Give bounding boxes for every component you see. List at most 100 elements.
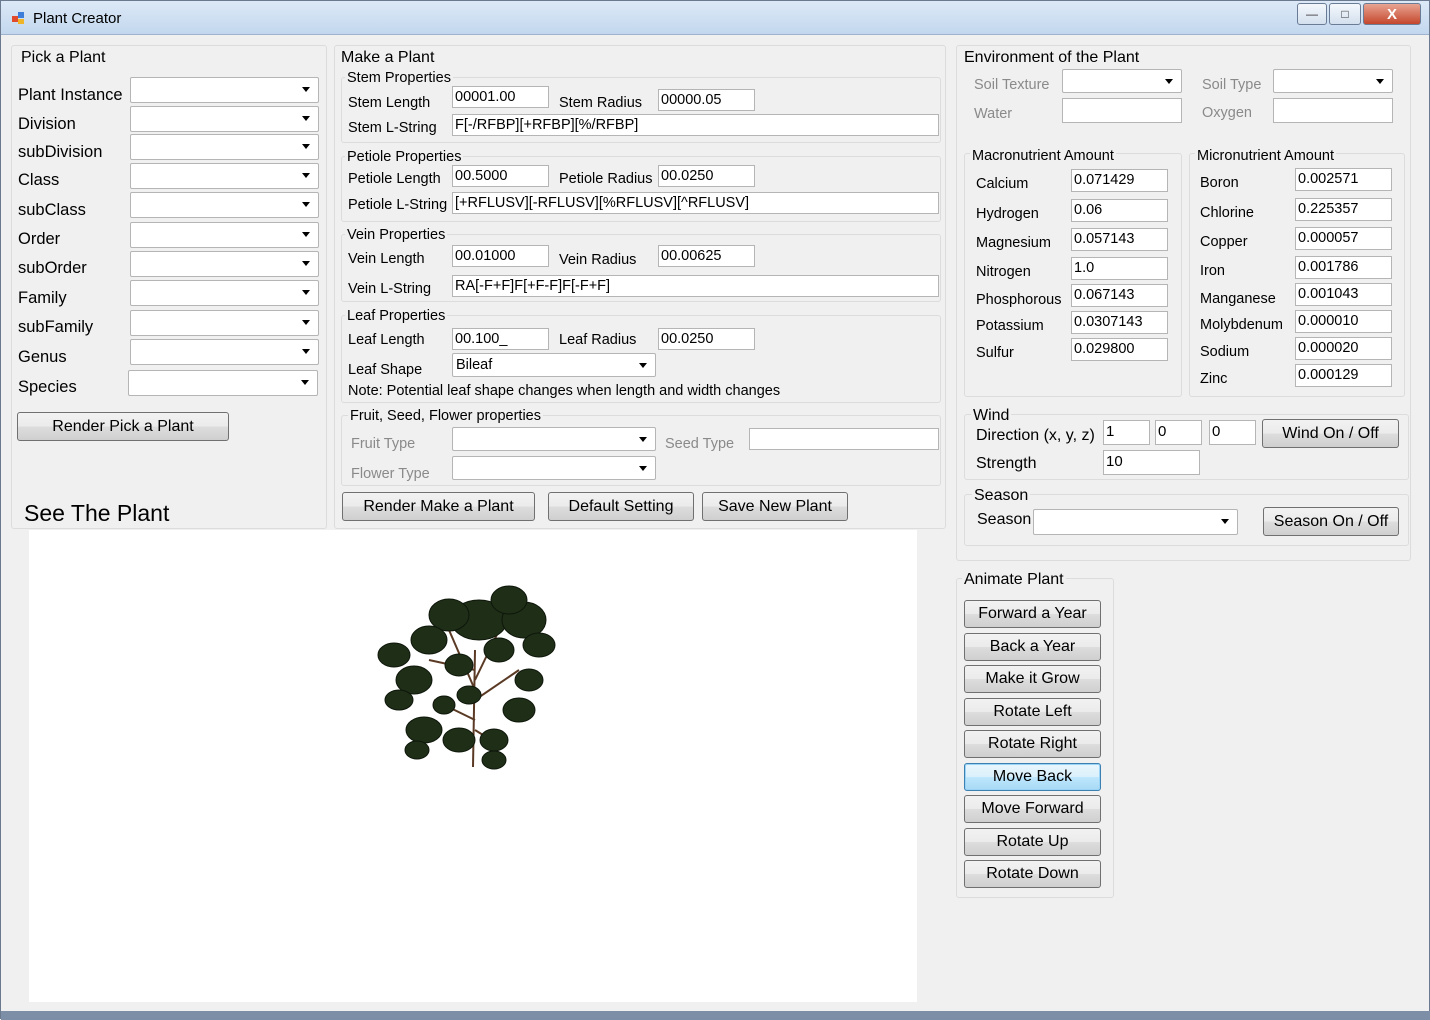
plant-render [377, 585, 556, 770]
seed-type-label: Seed Type [665, 436, 735, 452]
season-select[interactable] [1033, 509, 1238, 535]
soil-texture-select[interactable] [1062, 69, 1182, 93]
class-select[interactable] [130, 163, 319, 189]
division-label: Division [18, 115, 76, 133]
wind-strength-input[interactable]: 10 [1103, 450, 1200, 475]
move-forward-button[interactable]: Move Forward [964, 795, 1101, 823]
subfamily-select[interactable] [130, 310, 319, 336]
season-toggle-button[interactable]: Season On / Off [1263, 507, 1399, 536]
close-icon: X [1386, 5, 1397, 23]
petiole-lstring-label: Petiole L-String [348, 197, 448, 213]
plant-creator-window: Plant Creator — □ X Pick a Plant Plant I… [0, 0, 1430, 1020]
back-a-year-button[interactable]: Back a Year [964, 633, 1101, 661]
phosphorous-input[interactable]: 0.067143 [1071, 284, 1168, 307]
leaf-shape-select[interactable]: Bileaf [452, 353, 656, 377]
species-select[interactable] [128, 370, 318, 396]
macronutrient-title: Macronutrient Amount [970, 148, 1116, 164]
plant-viewport[interactable] [29, 530, 917, 1002]
save-new-plant-button[interactable]: Save New Plant [702, 492, 848, 521]
seed-type-input[interactable] [749, 428, 939, 450]
molybdenum-input[interactable]: 0.000010 [1295, 310, 1392, 333]
plant-instance-select[interactable] [130, 77, 319, 103]
petiole-radius-label: Petiole Radius [559, 171, 653, 187]
water-label: Water [974, 106, 1013, 122]
forward-a-year-button[interactable]: Forward a Year [964, 600, 1101, 628]
vein-properties-title: Vein Properties [345, 227, 448, 243]
zinc-input[interactable]: 0.000129 [1295, 364, 1392, 387]
hydrogen-label: Hydrogen [976, 206, 1039, 222]
wind-y-input[interactable]: 0 [1155, 420, 1202, 445]
stem-length-input[interactable]: 00001.00 [452, 86, 549, 108]
class-label: Class [18, 171, 60, 189]
soil-type-select[interactable] [1273, 69, 1393, 93]
wind-direction-label: Direction (x, y, z) [976, 427, 1095, 444]
oxygen-input[interactable] [1273, 98, 1393, 123]
sodium-input[interactable]: 0.000020 [1295, 337, 1392, 360]
chevron-down-icon [302, 144, 310, 149]
leaf-length-input[interactable]: 00.100_ [452, 328, 549, 350]
fruit-type-select[interactable] [452, 427, 656, 451]
chevron-down-icon [302, 349, 310, 354]
boron-label: Boron [1200, 175, 1239, 191]
magnesium-input[interactable]: 0.057143 [1071, 228, 1168, 251]
manganese-input[interactable]: 0.001043 [1295, 283, 1392, 306]
suborder-select[interactable] [130, 251, 319, 277]
wind-title: Wind [971, 407, 1012, 425]
sulfur-input[interactable]: 0.029800 [1071, 338, 1168, 361]
chlorine-input[interactable]: 0.225357 [1295, 198, 1392, 221]
vein-length-input[interactable]: 00.01000 [452, 245, 549, 267]
rotate-right-button[interactable]: Rotate Right [964, 730, 1101, 758]
family-select[interactable] [130, 280, 319, 306]
boron-input[interactable]: 0.002571 [1295, 168, 1392, 191]
petiole-properties-title: Petiole Properties [345, 149, 464, 165]
division-select[interactable] [130, 106, 319, 132]
genus-select[interactable] [130, 339, 319, 365]
render-make-a-plant-button[interactable]: Render Make a Plant [342, 492, 535, 521]
move-back-button[interactable]: Move Back [964, 763, 1101, 791]
leaf-length-label: Leaf Length [348, 332, 425, 348]
subdivision-select[interactable] [130, 134, 319, 160]
petiole-radius-input[interactable]: 00.0250 [658, 165, 755, 187]
hydrogen-input[interactable]: 0.06 [1071, 199, 1168, 222]
wind-x-input[interactable]: 1 [1103, 420, 1150, 445]
rotate-down-button[interactable]: Rotate Down [964, 860, 1101, 888]
leaf-radius-label: Leaf Radius [559, 332, 637, 348]
micronutrient-title: Micronutrient Amount [1195, 148, 1337, 164]
petiole-lstring-input[interactable]: [+RFLUSV][-RFLUSV][%RFLUSV][^RFLUSV] [452, 192, 939, 214]
subclass-select[interactable] [130, 192, 319, 218]
stem-lstring-label: Stem L-String [348, 120, 437, 136]
chevron-down-icon [301, 380, 309, 385]
default-setting-button[interactable]: Default Setting [548, 492, 694, 521]
wind-z-input[interactable]: 0 [1209, 420, 1256, 445]
rotate-up-button[interactable]: Rotate Up [964, 828, 1101, 856]
sulfur-label: Sulfur [976, 345, 1014, 361]
calcium-input[interactable]: 0.071429 [1071, 169, 1168, 192]
minimize-button[interactable]: — [1297, 3, 1327, 25]
order-select[interactable] [130, 222, 319, 248]
stem-lstring-input[interactable]: F[-/RFBP][+RFBP][%/RFBP] [452, 114, 939, 136]
flower-type-select[interactable] [452, 456, 656, 480]
fruit-type-label: Fruit Type [351, 436, 416, 452]
iron-input[interactable]: 0.001786 [1295, 256, 1392, 279]
chevron-down-icon [1376, 79, 1384, 84]
make-it-grow-button[interactable]: Make it Grow [964, 665, 1101, 693]
vein-radius-label: Vein Radius [559, 252, 637, 268]
chlorine-label: Chlorine [1200, 205, 1254, 221]
close-button[interactable]: X [1363, 3, 1421, 25]
subfamily-label: subFamily [18, 318, 94, 336]
wind-toggle-button[interactable]: Wind On / Off [1262, 419, 1399, 448]
potassium-input[interactable]: 0.0307143 [1071, 311, 1168, 334]
nitrogen-input[interactable]: 1.0 [1071, 257, 1168, 280]
rotate-left-button[interactable]: Rotate Left [964, 698, 1101, 726]
fruit-seed-flower-title: Fruit, Seed, Flower properties [348, 408, 543, 424]
water-input[interactable] [1062, 98, 1182, 123]
copper-input[interactable]: 0.000057 [1295, 227, 1392, 250]
subclass-label: subClass [18, 201, 86, 219]
petiole-length-input[interactable]: 00.5000 [452, 165, 549, 187]
leaf-radius-input[interactable]: 00.0250 [658, 328, 755, 350]
maximize-button[interactable]: □ [1329, 3, 1361, 25]
vein-lstring-input[interactable]: RA[-F+F]F[+F-F]F[-F+F] [452, 275, 939, 297]
stem-radius-input[interactable]: 00000.05 [658, 89, 755, 111]
vein-radius-input[interactable]: 00.00625 [658, 245, 755, 267]
render-pick-a-plant-button[interactable]: Render Pick a Plant [17, 412, 229, 441]
